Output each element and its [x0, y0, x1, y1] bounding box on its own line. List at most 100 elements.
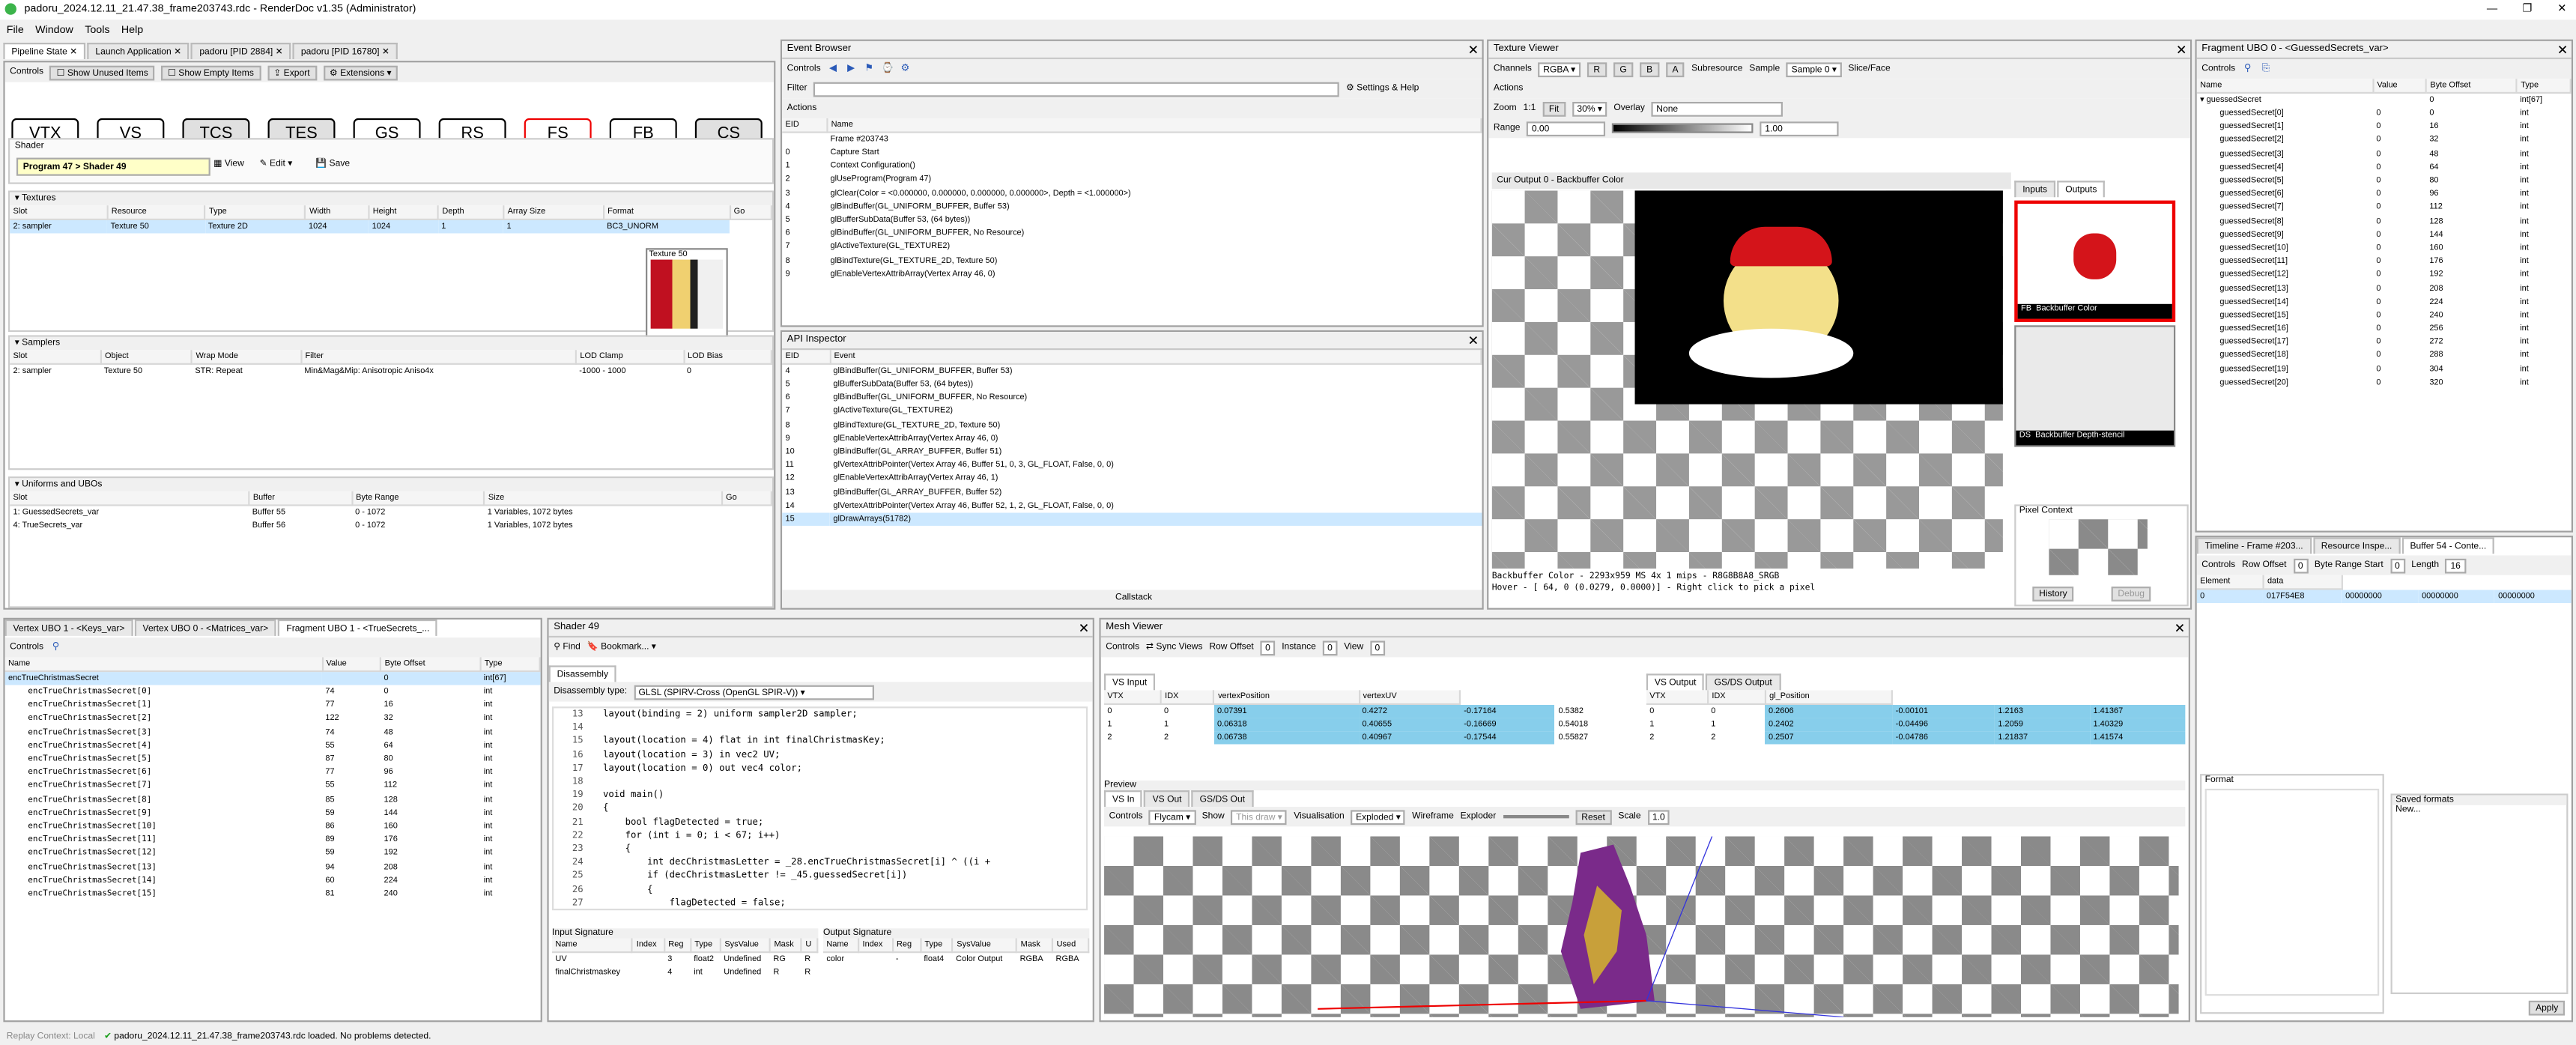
exploder-slider[interactable]	[1503, 814, 1569, 819]
vertex-row[interactable]: 2 2 0.06738 0.40967 -0.17544 0.55827	[1104, 731, 1643, 745]
variable-row[interactable]: encTrueChristmasSecret[13] 94 208 int	[5, 860, 540, 873]
column-header[interactable]: IDX	[1707, 690, 1766, 705]
column-header[interactable]: Depth	[437, 205, 505, 220]
column-header[interactable]: Slot	[10, 350, 102, 365]
column-header[interactable]: vertexUV	[1359, 690, 1461, 705]
format-editor[interactable]	[2204, 788, 2380, 996]
tab-buffer-54[interactable]: Buffer 54 - Conte...	[2401, 537, 2495, 554]
shader-source[interactable]: 13 layout(binding = 2) uniform sampler2D …	[552, 706, 1088, 911]
save-shader-button[interactable]: 💾 Save	[315, 160, 350, 169]
column-header[interactable]: Name	[4, 657, 324, 673]
buffer-row[interactable]: 0 017F54E8 00000000 00000000 00000000	[2196, 589, 2572, 604]
timeline-icon[interactable]: ⌚	[882, 63, 894, 74]
column-header[interactable]: Index	[632, 938, 665, 954]
minimize-icon[interactable]: —	[2487, 0, 2497, 19]
extensions-button[interactable]: ⚙ Extensions ▾	[323, 64, 398, 80]
column-header[interactable]: data	[2263, 575, 2343, 590]
instance-input[interactable]: 0	[1322, 640, 1338, 655]
vertex-row[interactable]: 0 0 0.2606 -0.00101 1.2163 1.41367	[1646, 703, 2186, 718]
tab-vs-out[interactable]: VS Out	[1144, 790, 1190, 808]
settings-help-button[interactable]: ⚙ Settings & Help	[1346, 79, 1419, 98]
row-offset-input[interactable]: 0	[1260, 640, 1276, 655]
tab-inputs[interactable]: Inputs	[2014, 181, 2056, 198]
zoom-1-1-button[interactable]: 1:1	[1524, 99, 1536, 118]
g-toggle[interactable]: G	[1613, 61, 1634, 76]
column-header[interactable]: Go	[730, 205, 772, 220]
column-header[interactable]: Buffer	[249, 491, 353, 506]
column-header[interactable]: Byte Offset	[2425, 79, 2518, 94]
column-header[interactable]: IDX	[1160, 690, 1215, 705]
variable-row[interactable]: encTrueChristmasSecret[3] 74 48 int	[5, 726, 540, 739]
tab-timeline[interactable]: Timeline - Frame #203...	[2196, 537, 2312, 554]
history-button[interactable]: History	[2032, 587, 2074, 602]
range-slider[interactable]	[1612, 123, 1754, 133]
close-icon[interactable]: ✕	[2176, 41, 2187, 59]
wireframe-toggle[interactable]: Wireframe	[1412, 807, 1454, 826]
ubo-row[interactable]: 1: GuessedSecrets_var Buffer 55 0 - 1072 1 …	[10, 506, 772, 520]
api-row[interactable]: 6 glBindBuffer(GL_UNIFORM_BUFFER, No Reso…	[782, 391, 1481, 405]
variable-row[interactable]: guessedSecret[17] 0 272 int	[2197, 336, 2571, 349]
column-header[interactable]: Value	[2372, 79, 2428, 94]
api-row[interactable]: 15 glDrawArrays(51782)	[782, 512, 1482, 527]
texture-row[interactable]: 2: sampler Texture 50 Texture 2D 1024 1024 1 1…	[10, 219, 772, 234]
variable-row[interactable]: guessedSecret[13] 0 208 int	[2197, 282, 2571, 295]
api-row[interactable]: 14 glVertexAttribPointer(Vertex Array 46,…	[782, 499, 1481, 512]
menu-window[interactable]: Window	[35, 22, 73, 40]
length-input[interactable]: 16	[2445, 557, 2466, 573]
camera-select[interactable]: Flycam ▾	[1149, 809, 1195, 825]
close-icon[interactable]: ✕	[2557, 41, 2569, 59]
export-button[interactable]: ⇪ Export	[267, 64, 317, 80]
edit-shader-button[interactable]: ✎ Edit ▾	[260, 160, 293, 169]
row-offset-input[interactable]: 0	[2293, 557, 2309, 573]
variable-row[interactable]: guessedSecret[3] 0 48 int	[2197, 147, 2571, 160]
variable-row[interactable]: guessedSecret[14] 0 224 int	[2197, 295, 2571, 309]
sampler-row[interactable]: 2: sampler Texture 50 STR: Repeat Min&Mag&M…	[10, 364, 772, 378]
close-icon[interactable]: ✕	[2175, 620, 2186, 637]
api-row[interactable]: 10 glBindBuffer(GL_ARRAY_BUFFER, Buffer 5…	[782, 445, 1481, 458]
variable-row[interactable]: guessedSecret[16] 0 256 int	[2197, 322, 2571, 336]
vertex-row[interactable]: 1 1 0.2402 -0.04496 1.2059 1.40329	[1646, 718, 2186, 732]
close-icon[interactable]: ✕	[2557, 0, 2566, 19]
column-header[interactable]: Width	[305, 205, 370, 220]
close-icon[interactable]: ✕	[1467, 332, 1479, 350]
variable-row[interactable]: guessedSecret[1] 0 16 int	[2197, 121, 2571, 134]
column-header[interactable]: Element	[2196, 575, 2264, 590]
column-header[interactable]: LOD Clamp	[575, 350, 685, 365]
bookmark-button[interactable]: 🔖 Bookmark... ▾	[587, 637, 656, 657]
vertex-row[interactable]: 0 0 0.07391 0.4272 -0.17164 0.5382	[1104, 703, 1643, 718]
texture-canvas[interactable]	[1491, 190, 2003, 569]
variable-row[interactable]: encTrueChristmasSecret[7] 55 112 int	[5, 779, 540, 793]
visualisation-select[interactable]: Exploded ▾	[1351, 809, 1406, 825]
disassembly-type-select[interactable]: GLSL (SPIRV-Cross (OpenGL SPIR-V)) ▾	[633, 684, 874, 700]
column-header[interactable]: EID	[782, 118, 828, 133]
signature-row[interactable]: UV 3 float2 Undefined RG R	[552, 952, 817, 966]
tree-root-row[interactable]: encTrueChristmasSecret 0 int[67]	[4, 671, 540, 685]
debug-button[interactable]: Debug	[2111, 587, 2151, 602]
variable-row[interactable]: encTrueChristmasSecret[12] 59 192 int	[5, 846, 540, 860]
output-tab[interactable]: Cur Output 0 - Backbuffer Color	[1491, 172, 2011, 190]
r-toggle[interactable]: R	[1586, 61, 1607, 76]
maximize-icon[interactable]: ❐	[2522, 0, 2532, 19]
column-header[interactable]: Byte Offset	[381, 657, 482, 673]
event-row[interactable]: 5 glBufferSubData(Buffer 53, (64 bytes))	[782, 213, 1481, 227]
thumb-backbuffer-color[interactable]: FB Backbuffer Color	[2014, 200, 2176, 322]
tab-gs-output[interactable]: GS/DS Output	[1706, 673, 1781, 691]
variable-row[interactable]: guessedSecret[2] 0 32 int	[2197, 133, 2571, 147]
column-header[interactable]: Resource	[107, 205, 206, 220]
column-header[interactable]: Type	[204, 205, 306, 220]
settings-icon[interactable]: ⚙	[900, 63, 911, 74]
scale-input[interactable]: 1.0	[1647, 809, 1670, 825]
fit-button[interactable]: Fit	[1542, 100, 1566, 116]
menu-file[interactable]: File	[7, 22, 24, 40]
column-header[interactable]: Wrap Mode	[191, 350, 303, 365]
column-header[interactable]: Reg	[664, 938, 691, 954]
b-toggle[interactable]: B	[1640, 61, 1659, 76]
variable-row[interactable]: encTrueChristmasSecret[8] 85 128 int	[5, 793, 540, 806]
api-row[interactable]: 11 glVertexAttribPointer(Vertex Array 46,…	[782, 458, 1481, 472]
tab-gs-ds-out[interactable]: GS/DS Out	[1191, 790, 1253, 808]
tab-vertex-ubo-0[interactable]: Vertex UBO 0 - <Matrices_var>	[134, 619, 277, 636]
tab-padoru-2884[interactable]: padoru [PID 2884] ✕	[191, 43, 291, 59]
a-toggle[interactable]: A	[1665, 61, 1685, 76]
variable-row[interactable]: encTrueChristmasSecret[5] 87 80 int	[5, 752, 540, 766]
copy-icon[interactable]: ⎘	[2260, 63, 2271, 74]
